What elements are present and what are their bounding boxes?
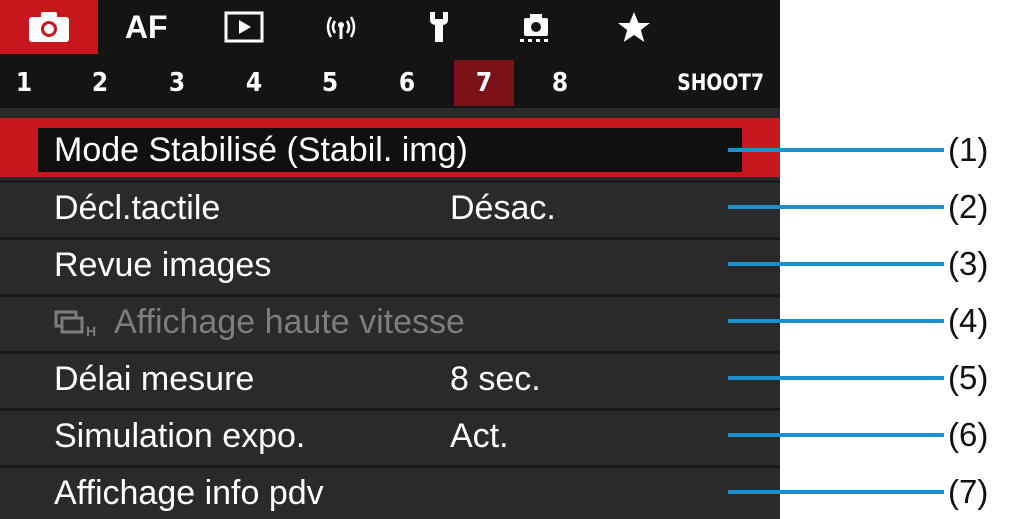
- camera-icon: [27, 10, 71, 44]
- menu-row-label: Décl.tactile: [54, 189, 221, 227]
- tab-wireless[interactable]: [293, 0, 391, 54]
- callout-line-7: [728, 490, 944, 494]
- menu-row-label: Revue images: [54, 246, 272, 284]
- callout-line-3: [728, 262, 944, 266]
- menu-row-label: Mode Stabilisé (Stabil. img): [54, 130, 468, 169]
- menu-row-high-speed-display: H Affichage haute vitesse: [0, 294, 780, 348]
- wireless-icon: [321, 11, 361, 43]
- playback-icon: [224, 11, 264, 43]
- callout-line-1: [728, 148, 944, 152]
- menu-row-label: Affichage haute vitesse: [114, 303, 465, 341]
- sub-tab-bar: 1 2 3 4 5 6 7 8 SHOOT7: [0, 54, 780, 108]
- callout-label-1: (1): [948, 131, 989, 168]
- menu-row-metering-timer[interactable]: Délai mesure 8 sec.: [0, 351, 780, 405]
- menu-page-name: SHOOT7: [677, 70, 764, 96]
- menu-row-image-stabilizer[interactable]: Mode Stabilisé (Stabil. img): [0, 123, 780, 177]
- tab-af[interactable]: AF: [98, 0, 196, 54]
- subtab-8[interactable]: 8: [544, 60, 576, 106]
- menu-row-exposure-simulation[interactable]: Simulation expo. Act.: [0, 408, 780, 462]
- custom-function-icon: [516, 10, 556, 44]
- menu-row-label-wrap: H Affichage haute vitesse: [54, 297, 465, 348]
- callout-line-5: [728, 376, 944, 380]
- menu-row-touch-shutter[interactable]: Décl.tactile Désac.: [0, 180, 780, 234]
- subtab-1[interactable]: 1: [8, 60, 40, 106]
- subtab-3[interactable]: 3: [161, 60, 193, 106]
- tab-setup[interactable]: [390, 0, 488, 54]
- star-icon: [616, 10, 652, 44]
- callout-label-4: (4): [948, 302, 989, 339]
- callout-label-3: (3): [948, 245, 989, 282]
- menu-row-value: Act.: [450, 417, 509, 455]
- tab-custom-functions[interactable]: [488, 0, 586, 54]
- menu-row-label: Affichage info pdv: [54, 474, 324, 512]
- tab-af-label: AF: [124, 8, 168, 45]
- callout-line-2: [728, 205, 944, 209]
- subtab-7[interactable]: 7: [454, 60, 514, 106]
- menu-row-label: Simulation expo.: [54, 417, 306, 455]
- menu-row-image-review[interactable]: Revue images: [0, 237, 780, 291]
- wrench-icon: [424, 10, 454, 44]
- menu-row-value: 8 sec.: [450, 360, 541, 398]
- menu-row-label: Délai mesure: [54, 360, 255, 398]
- tab-shooting[interactable]: [0, 0, 98, 54]
- subtab-4[interactable]: 4: [238, 60, 270, 106]
- main-tab-bar: AF: [0, 0, 780, 54]
- callout-label-7: (7): [948, 473, 989, 510]
- menu-row-value: Désac.: [450, 189, 556, 227]
- callout-line-6: [728, 433, 944, 437]
- callout-label-2: (2): [948, 188, 989, 225]
- burst-h-icon: H: [54, 308, 110, 338]
- camera-menu: AF 1 2 3 4 5 6 7 8 SHOOT7 Mode Stabilisé…: [0, 0, 780, 519]
- tab-my-menu[interactable]: [585, 0, 683, 54]
- subtab-2[interactable]: 2: [84, 60, 116, 106]
- subtab-6[interactable]: 6: [391, 60, 423, 106]
- callout-label-6: (6): [948, 416, 989, 453]
- callout-line-4: [728, 319, 944, 323]
- menu-row-viewfinder-info[interactable]: Affichage info pdv: [0, 465, 780, 519]
- tab-playback[interactable]: [195, 0, 293, 54]
- svg-text:H: H: [86, 323, 96, 338]
- callout-label-5: (5): [948, 359, 989, 396]
- subtab-5[interactable]: 5: [314, 60, 346, 106]
